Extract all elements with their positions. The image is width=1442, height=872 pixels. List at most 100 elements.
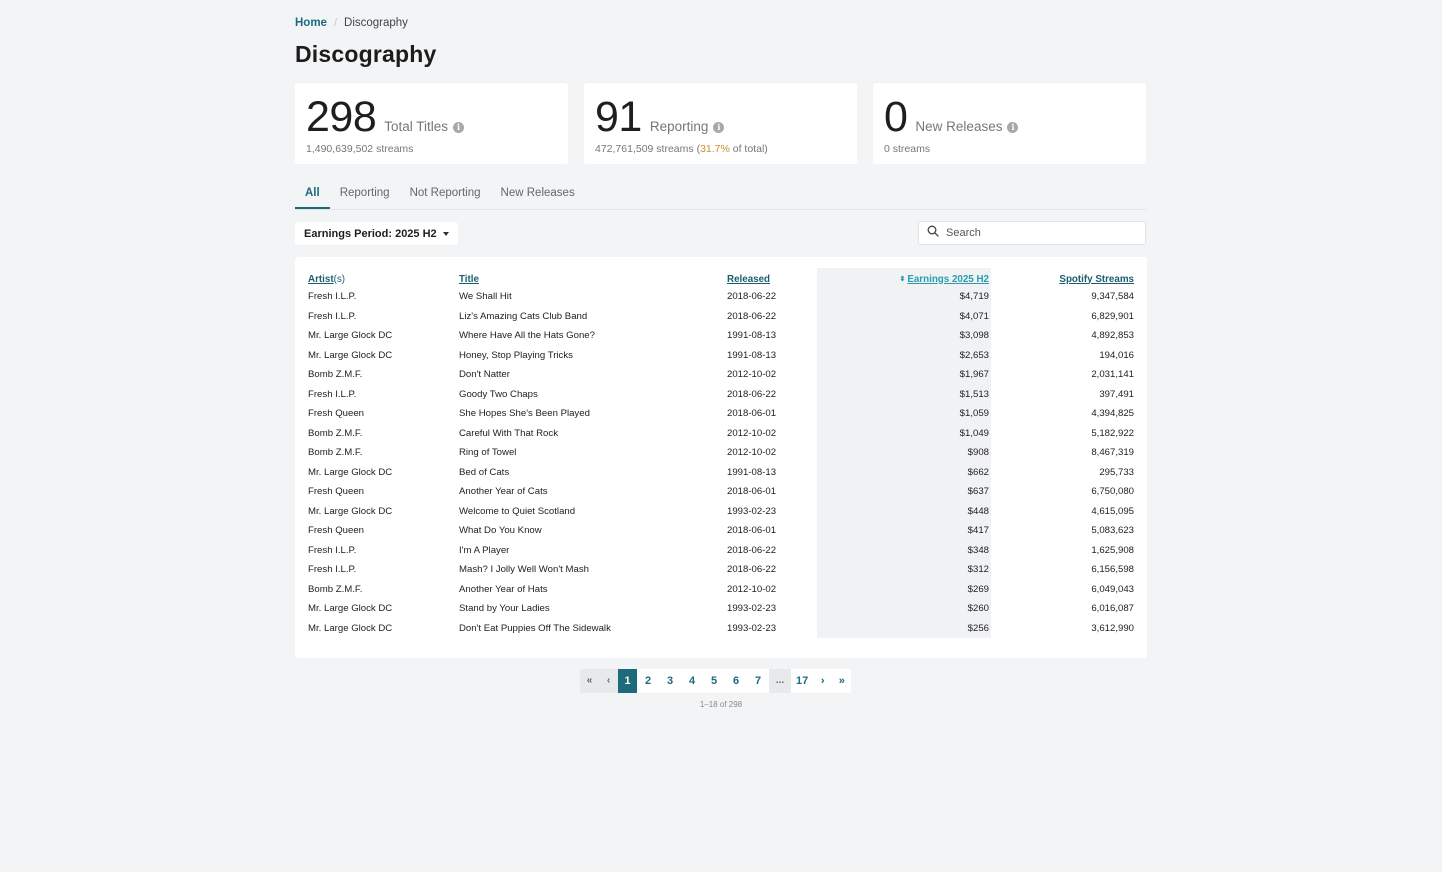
breadcrumb-current: Discography [344,17,408,29]
card-number: 298 [306,93,377,141]
cell-earnings: $1,967 [959,369,989,381]
page-button-6[interactable]: 6 [725,669,747,693]
cell-artist: Mr. Large Glock DC [308,603,393,615]
cell-streams: 3,612,990 [1091,622,1134,634]
cell-streams: 1,625,908 [1091,544,1134,556]
caret-down-icon [442,231,449,236]
page-button-3[interactable]: 3 [659,669,681,693]
page-button-7[interactable]: 7 [747,669,769,693]
cell-released: 2012-10-02 [727,447,777,459]
cell-released: 2018-06-22 [727,564,777,576]
cell-artist: Mr. Large Glock DC [308,622,393,634]
info-icon[interactable]: i [1007,122,1019,133]
cell-title: Mash? I Jolly Well Won't Mash [459,564,589,576]
cell-artist: Fresh I.L.P. [308,564,357,576]
cell-artist: Bomb Z.M.F. [308,583,363,595]
cell-streams: 4,892,853 [1091,330,1134,342]
page-button-5[interactable]: 5 [703,669,725,693]
discography-table: Artist(s) Title Released ⬍ Earnings 2025 … [308,268,1134,638]
cell-artist: Bomb Z.M.F. [308,369,363,381]
next-page-button[interactable]: › [813,669,832,693]
tab-new-releases[interactable]: New Releases [491,183,585,209]
card-number: 0 [884,93,908,141]
column-header-title[interactable]: Title [459,268,727,287]
table-row[interactable]: Fresh Queen She Hopes She's Been Played 20… [308,404,1134,424]
search-input[interactable] [946,227,1126,239]
page-button-4[interactable]: 4 [681,669,703,693]
table-row[interactable]: Mr. Large Glock DC Welcome to Quiet Scotl… [308,502,1134,522]
cell-title: Stand by Your Ladies [459,603,550,615]
cell-title: I'm A Player [459,544,510,556]
last-page-button[interactable]: » [832,669,851,693]
table-row[interactable]: Mr. Large Glock DC Bed of Cats 1991-08-13 $… [308,463,1134,483]
tab-reporting[interactable]: Reporting [330,183,400,209]
cell-title: Where Have All the Hats Gone? [459,330,595,342]
column-header-earnings[interactable]: ⬍ Earnings 2025 H2 [817,268,989,287]
prev-page-button[interactable]: ‹ [599,669,618,693]
cell-released: 2012-10-02 [727,427,777,439]
table-row[interactable]: Mr. Large Glock DC Honey, Stop Playing Tr… [308,346,1134,366]
card-label: New Releases [915,119,1003,134]
table-body: Fresh I.L.P. We Shall Hit 2018-06-22 $4,719… [308,287,1134,638]
table-row[interactable]: Mr. Large Glock DC Stand by Your Ladies 19… [308,599,1134,619]
cell-earnings: $256 [967,622,989,634]
cell-released: 2012-10-02 [727,369,777,381]
breadcrumb-separator: / [333,17,338,29]
table-header-row: Artist(s) Title Released ⬍ Earnings 2025 … [308,268,1134,287]
table-row[interactable]: Bomb Z.M.F. Ring of Towel 2012-10-02 $908 8,… [308,443,1134,463]
table-row[interactable]: Mr. Large Glock DC Where Have All the Hat… [308,326,1134,346]
card-new-releases: 0 New Releases i 0 streams [873,83,1146,164]
table-row[interactable]: Fresh I.L.P. We Shall Hit 2018-06-22 $4,719… [308,287,1134,307]
first-page-button[interactable]: « [580,669,599,693]
table-row[interactable]: Fresh I.L.P. Goody Two Chaps 2018-06-22 $1,… [308,385,1134,405]
cell-earnings: $637 [967,486,989,498]
cell-title: Honey, Stop Playing Tricks [459,349,573,361]
cell-title: She Hopes She's Been Played [459,408,590,420]
table-row[interactable]: Bomb Z.M.F. Another Year of Hats 2012-10-0… [308,580,1134,600]
tab-not-reporting[interactable]: Not Reporting [400,183,491,209]
card-sub-streams: 0 streams [884,143,931,155]
earnings-period-dropdown[interactable]: Earnings Period: 2025 H2 [295,222,458,245]
search-box [918,221,1146,245]
table-row[interactable]: Bomb Z.M.F. Careful With That Rock 2012-10… [308,424,1134,444]
table-row[interactable]: Fresh I.L.P. Mash? I Jolly Well Won't Mas… [308,560,1134,580]
cell-earnings: $260 [967,603,989,615]
search-icon [927,224,939,242]
table-row[interactable]: Fresh I.L.P. Liz's Amazing Cats Club Band… [308,307,1134,327]
page-button-2[interactable]: 2 [637,669,659,693]
pagination-info: 1–18 of 298 [699,700,743,709]
column-header-released[interactable]: Released [727,268,817,287]
cell-streams: 5,182,922 [1091,427,1134,439]
filter-tabs: All Reporting Not Reporting New Releases [295,183,1147,210]
cell-title: Goody Two Chaps [459,388,538,400]
breadcrumb-home-link[interactable]: Home [295,17,327,29]
cell-streams: 4,394,825 [1091,408,1134,420]
cell-released: 1991-08-13 [727,349,777,361]
page-title: Discography [295,41,437,67]
page-button-1[interactable]: 1 [618,669,637,693]
cell-earnings: $269 [967,583,989,595]
info-icon[interactable]: i [713,122,725,133]
info-icon[interactable]: i [453,122,465,133]
table-row[interactable]: Fresh I.L.P. I'm A Player 2018-06-22 $348 1,… [308,541,1134,561]
cell-title: Careful With That Rock [459,427,558,439]
cell-artist: Fresh I.L.P. [308,388,357,400]
card-sub-percent: 31.7% [700,143,730,155]
column-header-artist[interactable]: Artist(s) [308,268,459,287]
cell-earnings: $908 [967,447,989,459]
tab-all[interactable]: All [295,183,330,209]
cell-earnings: $1,049 [959,427,989,439]
cell-earnings: $1,513 [959,388,989,400]
cell-released: 1991-08-13 [727,466,777,478]
cell-artist: Mr. Large Glock DC [308,505,393,517]
table-row[interactable]: Fresh Queen Another Year of Cats 2018-06-0… [308,482,1134,502]
column-header-streams[interactable]: Spotify Streams [989,268,1134,287]
page-button-last[interactable]: 17 [791,669,813,693]
cell-title: Don't Natter [459,369,510,381]
table-row[interactable]: Mr. Large Glock DC Don't Eat Puppies Off … [308,619,1134,639]
table-row[interactable]: Fresh Queen What Do You Know 2018-06-01 $41… [308,521,1134,541]
table-row[interactable]: Bomb Z.M.F. Don't Natter 2012-10-02 $1,967 2… [308,365,1134,385]
cell-earnings: $3,098 [959,330,989,342]
cell-title: Bed of Cats [459,466,510,478]
cell-artist: Bomb Z.M.F. [308,447,363,459]
